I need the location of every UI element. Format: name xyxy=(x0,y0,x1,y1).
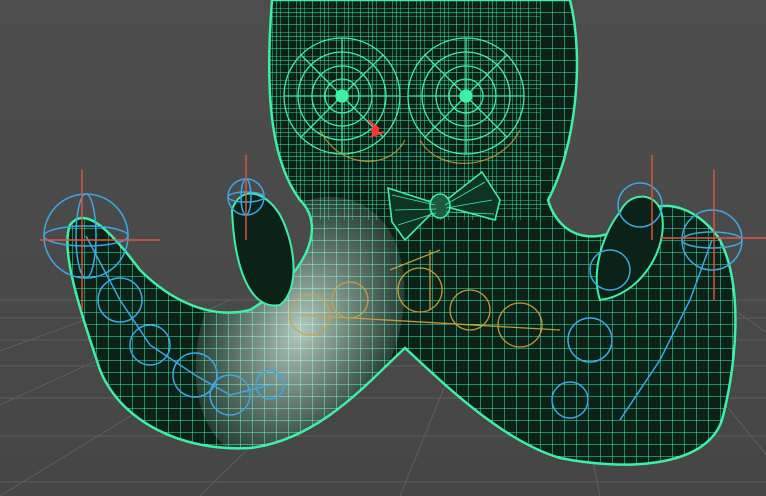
octopus-mesh xyxy=(66,0,737,466)
3d-viewport[interactable] xyxy=(0,0,766,496)
back-left-tentacle xyxy=(230,192,295,307)
viewport-scene[interactable] xyxy=(0,0,766,496)
right-eye xyxy=(407,37,525,155)
left-eye xyxy=(283,37,401,155)
